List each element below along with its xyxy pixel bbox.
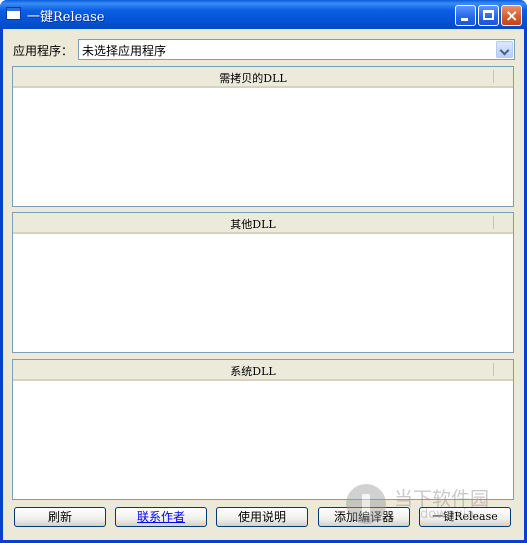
contact-author-link[interactable]: 联系作者 bbox=[137, 510, 185, 524]
one-click-release-button[interactable]: 一键Release bbox=[419, 507, 511, 527]
column-divider[interactable] bbox=[493, 216, 494, 229]
instructions-button[interactable]: 使用说明 bbox=[216, 507, 308, 527]
minimize-button[interactable] bbox=[455, 5, 476, 26]
column-divider[interactable] bbox=[493, 70, 494, 83]
contact-author-button[interactable]: 联系作者 bbox=[115, 507, 207, 527]
chevron-down-icon[interactable] bbox=[496, 41, 513, 58]
column-header-other-dll[interactable]: 其他DLL bbox=[13, 216, 493, 232]
column-header-system-dll[interactable]: 系统DLL bbox=[13, 363, 493, 379]
list-body[interactable] bbox=[13, 381, 513, 499]
window-title: 一键Release bbox=[27, 10, 105, 25]
maximize-button[interactable] bbox=[478, 5, 499, 26]
copy-dll-list[interactable]: 需拷贝的DLL bbox=[12, 66, 514, 207]
list-header[interactable]: 其他DLL bbox=[13, 213, 513, 234]
list-header[interactable]: 需拷贝的DLL bbox=[13, 67, 513, 88]
application-select[interactable]: 未选择应用程序 bbox=[78, 39, 515, 60]
maximize-icon bbox=[483, 10, 494, 20]
close-button[interactable]: × bbox=[501, 5, 522, 26]
title-bar[interactable]: 一键Release × bbox=[0, 0, 527, 29]
system-dll-list[interactable]: 系统DLL bbox=[12, 359, 514, 500]
column-header-copy-dll[interactable]: 需拷贝的DLL bbox=[13, 70, 493, 86]
column-divider[interactable] bbox=[493, 363, 494, 376]
list-header[interactable]: 系统DLL bbox=[13, 360, 513, 381]
list-body[interactable] bbox=[13, 88, 513, 206]
list-body[interactable] bbox=[13, 234, 513, 352]
application-window-icon bbox=[6, 7, 21, 20]
add-compiler-button[interactable]: 添加编译器 bbox=[318, 507, 410, 527]
application-select-value: 未选择应用程序 bbox=[82, 44, 167, 58]
close-icon: × bbox=[505, 6, 519, 25]
application-label: 应用程序： bbox=[13, 44, 74, 58]
other-dll-list[interactable]: 其他DLL bbox=[12, 212, 514, 353]
minimize-icon bbox=[461, 18, 468, 21]
refresh-button[interactable]: 刷新 bbox=[14, 507, 106, 527]
